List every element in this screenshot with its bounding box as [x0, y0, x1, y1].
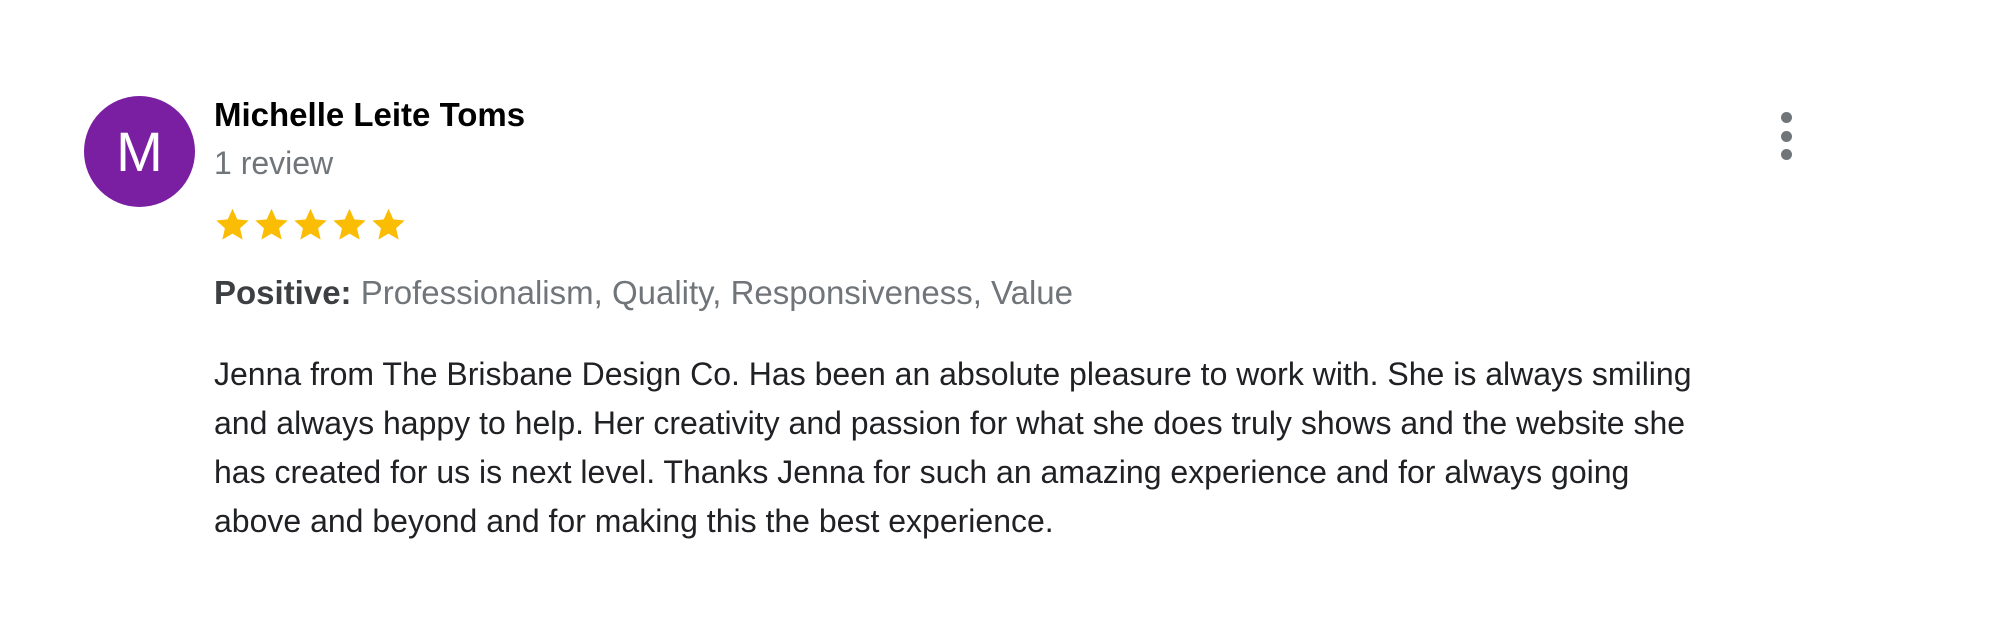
- avatar[interactable]: M: [84, 96, 195, 207]
- attributes-values: Professionalism, Quality, Responsiveness…: [351, 274, 1073, 311]
- author-name[interactable]: Michelle Leite Toms: [214, 96, 525, 134]
- review-text-line: above and beyond and for making this the…: [214, 503, 1054, 539]
- review-attributes: Positive: Professionalism, Quality, Resp…: [214, 274, 1073, 312]
- more-vert-icon: [1780, 112, 1792, 123]
- attributes-label: Positive:: [214, 274, 352, 311]
- review-text-line: has created for us is next level. Thanks…: [214, 454, 1630, 490]
- star-icon: [294, 208, 327, 240]
- review-text: Jenna from The Brisbane Design Co. Has b…: [214, 350, 1914, 546]
- review-text-line: Jenna from The Brisbane Design Co. Has b…: [214, 356, 1692, 392]
- avatar-initial: M: [116, 120, 163, 183]
- review-count[interactable]: 1 review: [214, 145, 333, 182]
- review-text-line: and always happy to help. Her creativity…: [214, 405, 1686, 441]
- star-icon: [333, 208, 366, 240]
- more-options-button[interactable]: [1766, 108, 1806, 164]
- star-icon: [372, 208, 405, 240]
- more-vert-icon: [1780, 130, 1792, 142]
- star-icon: [216, 208, 249, 240]
- more-vert-icon: [1780, 149, 1792, 160]
- star-icon: [255, 208, 288, 240]
- review-card: M Michelle Leite Toms 1 review Positive:…: [0, 0, 2000, 625]
- star-rating: [214, 206, 407, 250]
